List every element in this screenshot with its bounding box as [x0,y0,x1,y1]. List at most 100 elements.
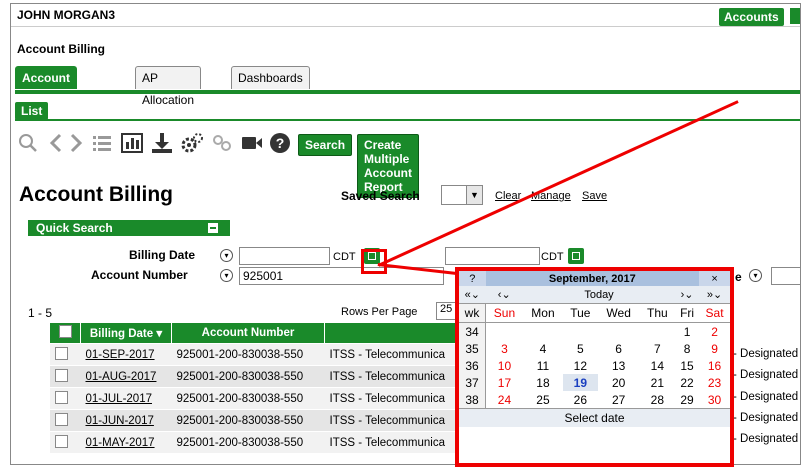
video-icon[interactable] [239,130,265,156]
tab-account-billing[interactable]: Account Billing [15,66,77,107]
column-header-account-number[interactable]: Account Number [171,322,325,344]
calendar-day[interactable]: 19 [562,374,598,391]
calendar-day[interactable]: 28 [640,391,675,409]
billing-date-link[interactable]: 01-MAY-2017 [86,437,155,449]
chevron-down-icon[interactable]: ▾ [220,269,233,282]
calendar-week-row: 36 10 11 12 13 14 15 16 [459,357,730,374]
calendar-day[interactable]: 18 [523,374,563,391]
column-label: Billing Date [89,328,154,340]
search-icon[interactable] [15,130,41,156]
calendar-day[interactable]: 16 [699,357,730,374]
row-checkbox[interactable] [54,390,68,404]
calendar-week-row: 35 3 4 5 6 7 8 9 [459,340,730,357]
billing-date-link[interactable]: 01-JUN-2017 [86,415,154,427]
quick-search-title: Quick Search [36,221,113,235]
tab-ap-allocation[interactable]: AP Allocation [135,66,202,107]
next-month-button[interactable]: ›⌄ [675,286,700,304]
calendar-day[interactable]: 7 [640,340,675,357]
calendar-day[interactable]: 1 [675,323,699,341]
partial-input[interactable] [771,267,800,285]
calendar-day[interactable]: 11 [523,357,563,374]
calendar-day[interactable]: 26 [563,391,598,409]
row-checkbox[interactable] [54,368,68,382]
calendar-day[interactable]: 23 [699,374,730,391]
billing-date-to-input[interactable] [445,247,540,265]
billing-date-link[interactable]: 01-SEP-2017 [86,349,155,361]
calendar-day[interactable]: 24 [486,391,523,409]
calendar-day[interactable]: 27 [598,391,640,409]
calendar-day[interactable]: 22 [675,374,699,391]
tab-dashboards[interactable]: Dashboards [231,66,310,89]
calendar-day[interactable]: 15 [675,357,699,374]
table-row: 01-SEP-2017 925001-200-830038-550 ITSS -… [49,343,458,366]
prev-year-button[interactable]: «⌄ [459,286,486,304]
next-year-button[interactable]: »⌄ [699,286,730,304]
calendar-day[interactable]: 20 [598,374,640,391]
weekday-header: Wed [597,303,640,323]
page-title: Account Billing [19,183,173,206]
download-icon[interactable] [149,130,175,156]
calendar-day[interactable]: 17 [486,374,523,391]
collapse-icon[interactable] [208,223,218,233]
billing-date-from-input[interactable] [239,247,330,265]
week-number: 38 [459,391,486,409]
calendar-day[interactable]: 8 [675,340,699,357]
row-checkbox[interactable] [54,346,68,360]
save-link[interactable]: Save [582,190,607,202]
prev-month-button[interactable]: ‹⌄ [485,286,523,304]
select-all-checkbox[interactable] [58,325,72,338]
calendar-day[interactable]: 25 [523,391,563,409]
calendar-day[interactable]: 5 [563,340,598,357]
calendar-day[interactable]: 3 [486,340,523,357]
list-icon[interactable] [89,130,115,156]
billing-date-label: Billing Date [129,248,196,262]
calendar-day[interactable]: 4 [523,340,563,357]
saved-search-select[interactable]: ▼ [441,185,483,205]
forward-icon[interactable] [63,130,89,156]
calendar-help-button[interactable]: ? [459,271,486,286]
search-button[interactable]: Search [298,134,353,156]
calendar-day[interactable]: 29 [675,391,699,409]
chart-icon[interactable] [119,130,145,156]
calendar-day[interactable]: 6 [598,340,640,357]
calendar-day[interactable]: 30 [699,391,730,409]
help-icon[interactable]: ? [267,130,293,156]
billing-date-link[interactable]: 01-AUG-2017 [86,371,157,383]
calendar-icon-2[interactable] [568,248,584,264]
chevron-down-icon[interactable]: ▾ [220,249,233,262]
saved-search-label: Saved Search [341,189,420,203]
calendar-day[interactable]: 13 [598,357,640,374]
column-header-description[interactable] [324,322,458,344]
link-icon[interactable] [209,130,235,156]
accounts-button-overflow[interactable] [790,8,800,24]
week-number: 36 [459,357,486,374]
calendar-day[interactable]: 12 [563,357,598,374]
row-checkbox-cell [49,409,81,432]
calendar-footer-text: Select date [459,408,730,427]
calendar-day[interactable]: 9 [699,340,730,357]
weekday-header: Thu [639,303,676,323]
calendar-day[interactable]: 2 [699,323,730,341]
today-button[interactable]: Today [522,286,676,304]
calendar-day[interactable]: 14 [640,357,675,374]
settings-icon[interactable] [179,130,205,156]
column-header-billing-date[interactable]: Billing Date ▾ [80,322,172,344]
calendar-day[interactable]: 21 [640,374,675,391]
row-checkbox[interactable] [54,434,68,448]
row-checkbox[interactable] [54,412,68,426]
account-number-cell: 925001-200-830038-550 [171,409,325,432]
week-number: 37 [459,374,486,391]
calendar-empty-cell [563,323,598,341]
table-row: 01-JUN-2017 925001-200-830038-550 ITSS -… [49,409,458,432]
weekday-header: wk [459,303,486,323]
subtab-list[interactable]: List [15,102,49,120]
chevron-down-icon[interactable]: ▾ [749,269,762,282]
billing-date-cell: 01-JUN-2017 [80,409,172,432]
table-row: 01-JUL-2017 925001-200-830038-550 ITSS -… [49,387,458,410]
accounts-button[interactable]: Accounts [719,8,784,26]
calendar-close-button[interactable]: × [699,271,730,286]
weekday-header: Tue [562,303,598,323]
billing-date-link[interactable]: 01-JUL-2017 [86,393,152,405]
quick-search-header[interactable]: Quick Search [28,220,230,236]
calendar-day[interactable]: 10 [486,357,523,374]
